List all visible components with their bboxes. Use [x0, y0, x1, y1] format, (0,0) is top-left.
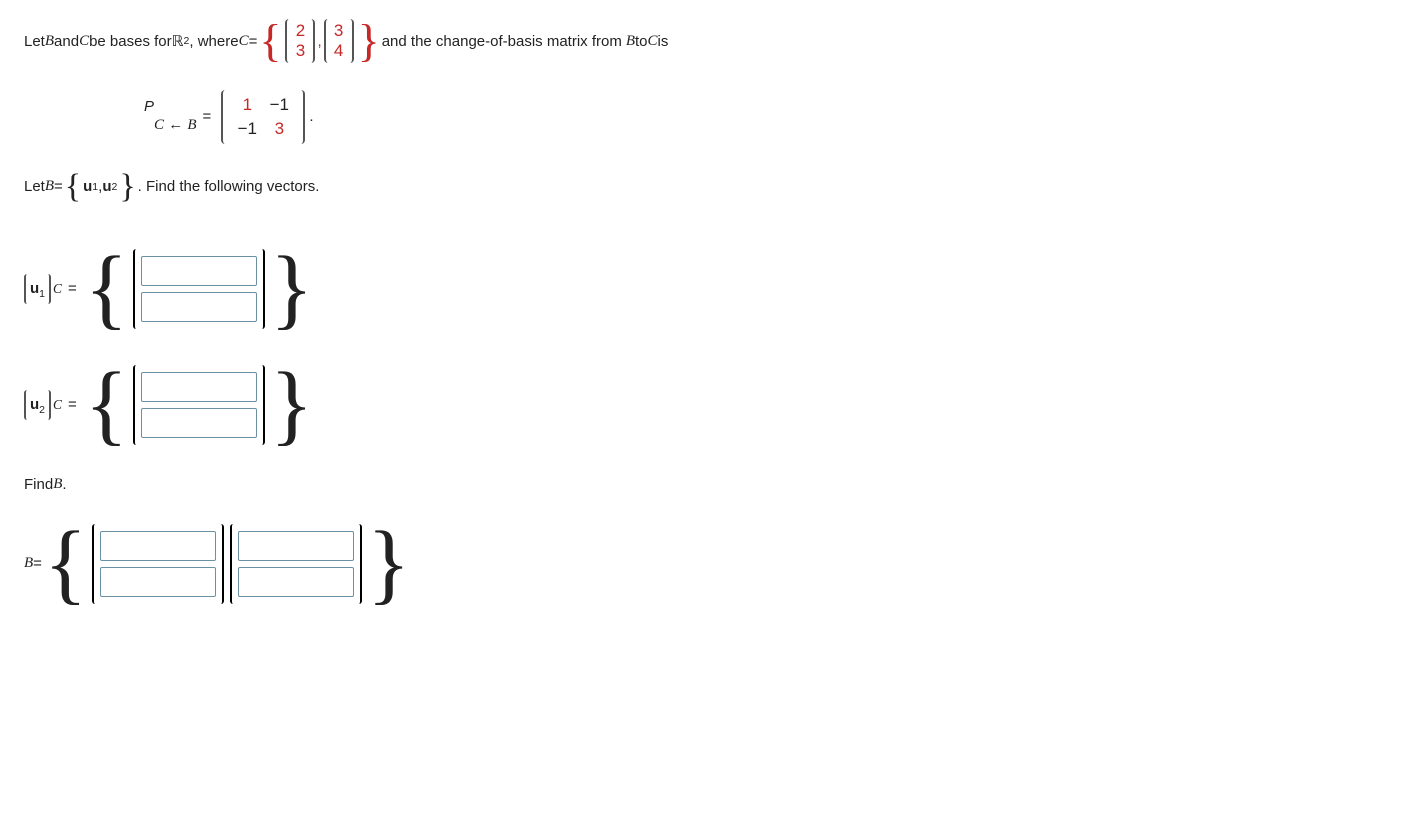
left-brace: { — [63, 170, 83, 204]
right-brace: } — [268, 244, 315, 334]
text: . Find the following vectors. — [138, 178, 320, 195]
basis-B: B — [24, 555, 33, 572]
equals: = — [68, 280, 77, 297]
u1-coord-row: u1 C = { } — [24, 244, 1400, 334]
vector-c2: 3 4 — [324, 19, 354, 64]
left-brace: { — [257, 18, 283, 64]
right-brace: } — [268, 360, 315, 450]
u1c-input-1[interactable] — [141, 256, 257, 286]
let-B-line: Let B = { u1 , u2 } . Find the following… — [24, 170, 1400, 204]
left-brace: { — [83, 360, 130, 450]
b2-input-1[interactable] — [238, 531, 354, 561]
b2-input-2[interactable] — [238, 567, 354, 597]
right-brace: } — [117, 170, 137, 204]
text: Let — [24, 178, 45, 195]
sub-C: C — [154, 117, 164, 133]
arrow: ← — [164, 116, 187, 133]
P-symbol: P — [144, 98, 154, 115]
vector-c1: 2 3 — [285, 19, 315, 64]
B-vector-1 — [92, 524, 224, 604]
basis-B: B — [626, 33, 635, 50]
equals: = — [33, 555, 42, 572]
u2: u — [102, 178, 111, 195]
text: and the change-of-basis matrix from — [382, 33, 622, 50]
B-answer-row: B = { } — [24, 519, 1400, 609]
text: is — [658, 33, 669, 50]
u1-coord-label: u1 — [24, 274, 51, 304]
text: Let — [24, 33, 45, 50]
equals: = — [203, 108, 212, 125]
change-of-basis-matrix: P C ← B = 1 −1 −1 3 . — [144, 90, 1400, 144]
period: . — [309, 108, 313, 125]
u1c-input-2[interactable] — [141, 292, 257, 322]
basis-B: B — [45, 178, 54, 195]
u2-coord-label: u2 — [24, 390, 51, 420]
problem-line-1: Let B and C be bases for ℝ2 , where C = … — [24, 18, 1400, 64]
u2-coord-row: u2 C = { } — [24, 360, 1400, 450]
basis-B: B — [45, 33, 54, 50]
basis-C: C — [648, 33, 658, 50]
u1: u — [83, 178, 92, 195]
text: and — [54, 33, 79, 50]
basis-C: C — [79, 33, 89, 50]
text: be bases for — [89, 33, 172, 50]
right-brace: } — [356, 18, 382, 64]
equals: = — [68, 396, 77, 413]
u2c-vector — [133, 365, 265, 445]
sub-C: C — [53, 397, 62, 413]
basis-B: B — [53, 476, 62, 493]
u2c-input-2[interactable] — [141, 408, 257, 438]
left-brace: { — [42, 519, 89, 609]
sub-B: B — [187, 117, 196, 133]
real-symbol: ℝ — [172, 32, 184, 51]
find-B-line: Find B . — [24, 476, 1400, 493]
text: , where — [189, 33, 238, 50]
period: . — [62, 476, 66, 493]
basis-C: C — [239, 33, 249, 50]
matrix-P: 1 −1 −1 3 — [221, 90, 305, 144]
u2c-input-1[interactable] — [141, 372, 257, 402]
left-brace: { — [83, 244, 130, 334]
u1c-vector — [133, 249, 265, 329]
right-brace: } — [365, 519, 412, 609]
b1-input-2[interactable] — [100, 567, 216, 597]
text: to — [635, 33, 648, 50]
equals: = — [249, 33, 258, 50]
comma: , — [317, 33, 321, 50]
sub-C: C — [53, 281, 62, 297]
B-vector-2 — [230, 524, 362, 604]
b1-input-1[interactable] — [100, 531, 216, 561]
text: Find — [24, 476, 53, 493]
equals: = — [54, 178, 63, 195]
